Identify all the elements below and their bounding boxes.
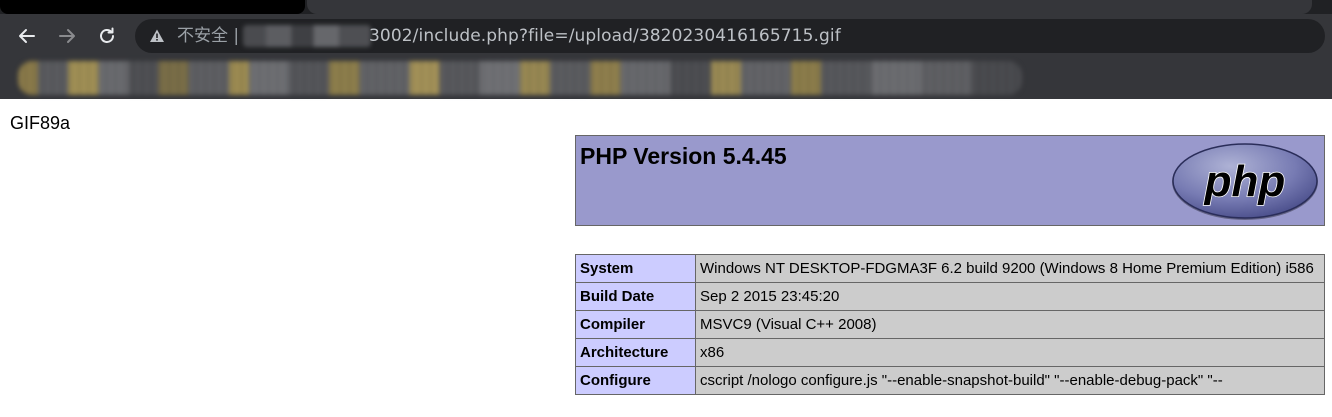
forward-button[interactable] bbox=[53, 22, 81, 50]
redacted-host bbox=[243, 25, 371, 47]
back-button[interactable] bbox=[13, 22, 41, 50]
row-value: Windows NT DESKTOP-FDGMA3F 6.2 build 920… bbox=[695, 254, 1325, 283]
phpinfo-panel: PHP Version 5.4.45 php System Windows NT… bbox=[575, 135, 1325, 395]
not-secure-label[interactable]: 不安全 | bbox=[177, 26, 239, 46]
php-logo-text: php bbox=[1204, 157, 1286, 206]
row-key: Architecture bbox=[575, 338, 696, 367]
bookmarks-bar bbox=[0, 58, 1332, 99]
row-value: MSVC9 (Visual C++ 2008) bbox=[695, 310, 1325, 339]
tab-strip bbox=[0, 0, 1332, 14]
row-key: Configure bbox=[575, 366, 696, 395]
reload-icon bbox=[100, 27, 114, 43]
arrow-left-icon bbox=[19, 29, 35, 43]
row-value: cscript /nologo configure.js "--enable-s… bbox=[695, 366, 1325, 395]
phpinfo-header: PHP Version 5.4.45 php bbox=[575, 135, 1325, 226]
reload-button[interactable] bbox=[93, 22, 121, 50]
table-row: System Windows NT DESKTOP-FDGMA3F 6.2 bu… bbox=[575, 254, 1325, 283]
php-logo[interactable]: php bbox=[1170, 142, 1320, 222]
table-row: Compiler MSVC9 (Visual C++ 2008) bbox=[575, 310, 1325, 339]
browser-toolbar: 不安全 | 3002/include.php?file=/upload/3820… bbox=[0, 14, 1332, 58]
phpinfo-table: System Windows NT DESKTOP-FDGMA3F 6.2 bu… bbox=[575, 254, 1325, 395]
table-row: Configure cscript /nologo configure.js "… bbox=[575, 366, 1325, 395]
browser-tab-inactive[interactable] bbox=[0, 0, 305, 14]
redacted-bookmarks bbox=[18, 61, 1022, 95]
browser-tab-active[interactable] bbox=[307, 0, 1312, 14]
arrow-right-icon bbox=[59, 29, 75, 43]
warning-icon[interactable] bbox=[149, 28, 165, 44]
row-value: x86 bbox=[695, 338, 1325, 367]
address-bar[interactable]: 不安全 | 3002/include.php?file=/upload/3820… bbox=[135, 19, 1325, 53]
row-value: Sep 2 2015 23:45:20 bbox=[695, 282, 1325, 311]
url-text[interactable]: 3002/include.php?file=/upload/3820230416… bbox=[369, 26, 841, 46]
gif-magic-header: GIF89a bbox=[10, 113, 71, 133]
row-key: System bbox=[575, 254, 696, 283]
php-version-title: PHP Version 5.4.45 bbox=[580, 143, 787, 169]
row-key: Compiler bbox=[575, 310, 696, 339]
table-row: Build Date Sep 2 2015 23:45:20 bbox=[575, 282, 1325, 311]
row-key: Build Date bbox=[575, 282, 696, 311]
table-row: Architecture x86 bbox=[575, 338, 1325, 367]
